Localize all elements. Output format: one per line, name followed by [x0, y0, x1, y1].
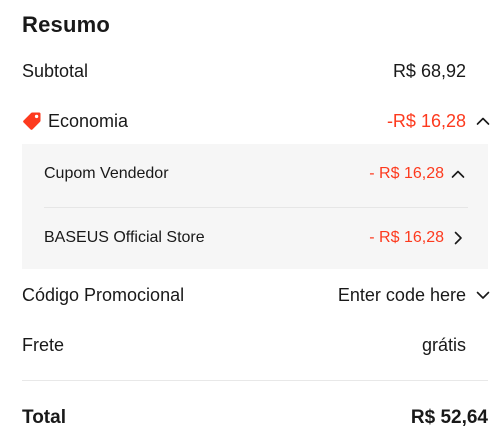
detail-divider	[44, 207, 468, 208]
economia-value-wrap: -R$ 16,28	[387, 110, 494, 132]
shipping-row: Frete grátis	[22, 332, 494, 358]
subtotal-value: R$ 68,92	[392, 60, 466, 81]
economia-label-wrap: Economia	[22, 111, 128, 132]
summary-title: Resumo	[22, 12, 110, 37]
discount-value-wrap: - R$ 16,28	[369, 227, 468, 249]
economia-toggle[interactable]: Economia -R$ 16,28	[22, 108, 494, 134]
economia-label: Economia	[48, 110, 129, 131]
total-row: Total R$ 52,64	[22, 405, 494, 431]
subtotal-row: Subtotal R$ 68,92	[22, 58, 494, 84]
subtotal-label: Subtotal	[22, 60, 89, 81]
chevron-up-icon[interactable]	[448, 163, 468, 185]
discount-row-store[interactable]: BASEUS Official Store - R$ 16,28	[44, 226, 468, 250]
discount-details: Cupom Vendedor - R$ 16,28 BASEUS Officia…	[22, 144, 488, 269]
discount-row-cupom[interactable]: Cupom Vendedor - R$ 16,28	[44, 162, 468, 186]
divider	[22, 380, 488, 381]
chevron-up-icon[interactable]	[472, 110, 494, 132]
promo-code-input-wrap[interactable]: Enter code here	[338, 284, 494, 306]
chevron-right-icon[interactable]	[448, 227, 468, 249]
tag-icon	[22, 111, 42, 131]
discount-value: - R$ 16,28	[369, 229, 444, 246]
promo-code-label: Código Promocional	[22, 284, 185, 305]
discount-label: BASEUS Official Store	[44, 229, 205, 246]
total-label: Total	[22, 407, 66, 428]
promo-code-input[interactable]: Enter code here	[338, 285, 466, 306]
shipping-value: grátis	[421, 334, 466, 355]
chevron-down-icon[interactable]	[472, 284, 494, 306]
promo-code-row[interactable]: Código Promocional Enter code here	[22, 282, 494, 308]
order-summary-panel: Resumo Subtotal R$ 68,92 Economia -R$ 16…	[0, 0, 500, 430]
total-value: R$ 52,64	[410, 407, 488, 428]
discount-value-wrap: - R$ 16,28	[369, 163, 468, 185]
discount-label: Cupom Vendedor	[44, 165, 169, 182]
shipping-label: Frete	[22, 334, 65, 355]
economia-value: -R$ 16,28	[386, 110, 466, 131]
discount-value: - R$ 16,28	[369, 165, 444, 182]
